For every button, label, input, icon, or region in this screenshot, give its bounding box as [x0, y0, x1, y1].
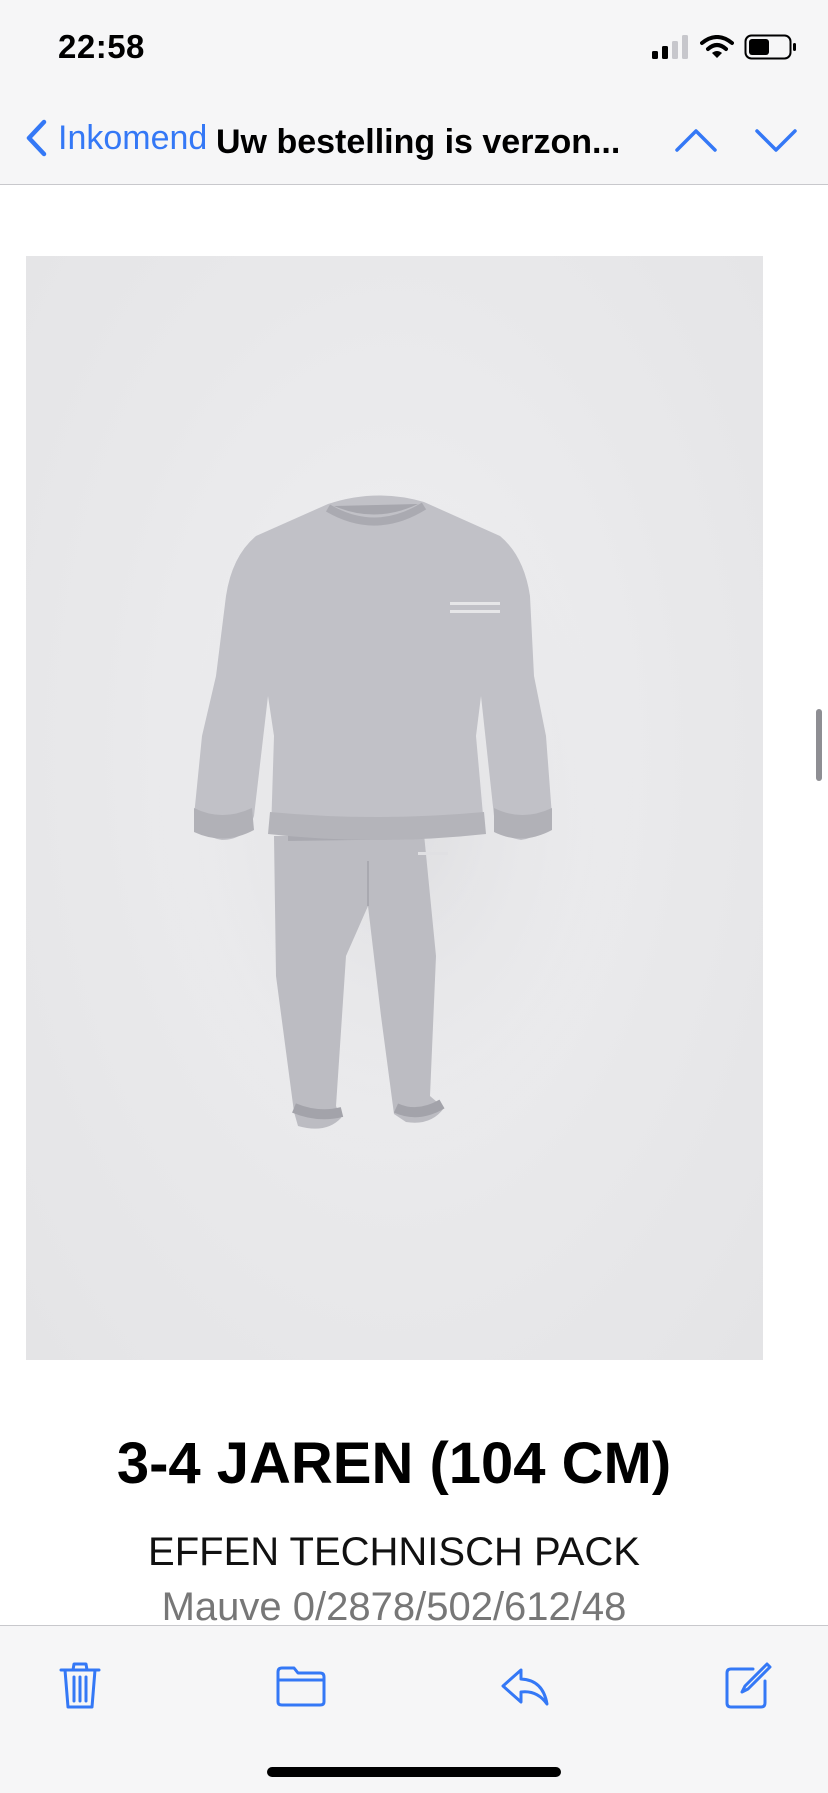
scroll-indicator[interactable]	[816, 709, 822, 781]
product-image	[26, 256, 763, 1360]
message-subject: Uw bestelling is verzon...	[216, 123, 621, 161]
battery-icon	[744, 34, 796, 60]
message-navigation	[674, 120, 798, 160]
compose-button[interactable]	[718, 1656, 778, 1716]
cellular-signal-icon	[652, 35, 688, 59]
product-size: 3-4 JAREN (104 CM)	[116, 1431, 672, 1496]
chevron-left-icon	[26, 119, 47, 157]
product-name: EFFEN TECHNISCH PACK	[148, 1530, 640, 1574]
back-label: Inkomend	[58, 118, 208, 157]
folder-icon	[276, 1666, 326, 1707]
sweatshirt-shape	[194, 495, 552, 840]
status-time: 22:58	[58, 28, 145, 65]
email-body[interactable]: 3-4 JAREN (104 CM) EFFEN TECHNISCH PACK …	[0, 185, 828, 1625]
back-button[interactable]: Inkomend	[24, 118, 207, 158]
status-icons	[652, 34, 798, 60]
product-reference: Mauve 0/2878/502/612/48	[161, 1585, 627, 1625]
chevron-down-icon[interactable]	[754, 120, 798, 160]
mail-nav-bar: Inkomend Uw bestelling is verzon...	[0, 96, 828, 185]
chevron-up-icon[interactable]	[674, 120, 718, 160]
trash-icon	[59, 1662, 101, 1709]
status-bar: 22:58	[0, 0, 828, 96]
bottom-toolbar	[0, 1625, 828, 1793]
move-to-folder-button[interactable]	[271, 1656, 331, 1716]
reply-icon	[501, 1668, 549, 1706]
reply-button[interactable]	[495, 1656, 555, 1716]
tracksuit-illustration	[156, 476, 636, 1156]
compose-icon	[725, 1662, 772, 1709]
home-indicator[interactable]	[267, 1767, 561, 1777]
trash-button[interactable]	[50, 1656, 110, 1716]
wifi-icon	[700, 35, 734, 58]
